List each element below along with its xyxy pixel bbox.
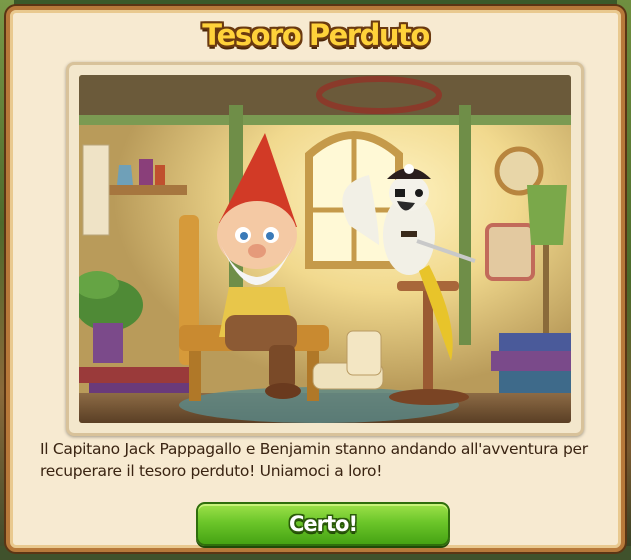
confirm-button[interactable]: Certo! <box>196 502 450 546</box>
dialog-title: Tesoro Perduto <box>202 18 430 52</box>
dialog-description: Il Capitano Jack Pappagallo e Benjamin s… <box>40 440 588 480</box>
illustration-frame <box>66 62 584 436</box>
quest-illustration <box>79 75 571 423</box>
confirm-button-label: Certo! <box>288 512 358 536</box>
quest-dialog: Tesoro Perduto Il Capitano Jack Pappagal… <box>6 6 625 552</box>
